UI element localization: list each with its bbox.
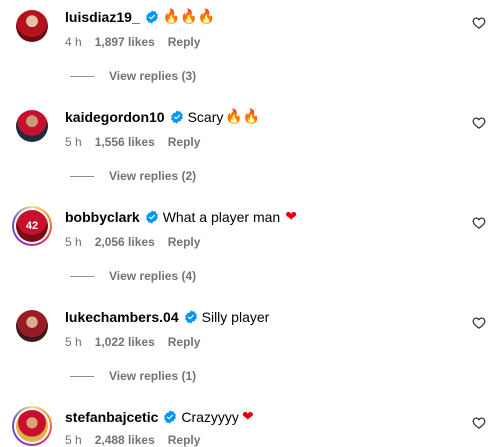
avatar[interactable] [16, 310, 48, 342]
comment-time[interactable]: 5 h [65, 235, 82, 249]
view-replies-button[interactable]: View replies (1) [70, 368, 196, 384]
heart-outline-icon[interactable] [472, 316, 486, 330]
comment-meta: 5 h 2,056 likes Reply [65, 234, 200, 250]
comment-time[interactable]: 5 h [65, 433, 82, 447]
verified-badge-icon [170, 110, 183, 124]
replies-divider [70, 75, 94, 77]
reply-button[interactable]: Reply [168, 135, 201, 149]
reply-button[interactable]: Reply [168, 35, 201, 49]
verified-badge-icon [184, 310, 197, 324]
avatar[interactable] [16, 10, 48, 42]
likes-count[interactable]: 2,056 likes [95, 235, 155, 249]
avatar[interactable] [12, 406, 52, 446]
view-replies-button[interactable]: View replies (2) [70, 168, 196, 184]
comment-meta: 5 h 2,488 likes Reply [65, 432, 200, 447]
comment-meta: 5 h 1,022 likes Reply [65, 334, 200, 350]
heart-outline-icon[interactable] [472, 116, 486, 130]
replies-divider [70, 275, 94, 277]
heart-outline-icon[interactable] [472, 416, 486, 430]
username-link[interactable]: bobbyclark [65, 209, 140, 225]
story-ring: 42 [14, 208, 50, 244]
view-replies-button[interactable]: View replies (4) [70, 268, 196, 284]
verified-badge-icon [145, 210, 158, 224]
comment-emoji: ❤ [285, 209, 297, 225]
likes-count[interactable]: 2,488 likes [95, 433, 155, 447]
replies-divider [70, 175, 94, 177]
story-ring [14, 408, 50, 444]
likes-count[interactable]: 1,022 likes [95, 335, 155, 349]
likes-count[interactable]: 1,897 likes [95, 35, 155, 49]
comment-text: Scary [187, 109, 224, 125]
avatar-jersey-number: 42 [25, 220, 39, 232]
comment-header: lukechambers.04 Silly player [65, 307, 269, 327]
view-replies-button[interactable]: View replies (3) [70, 68, 196, 84]
comment-header: kaidegordon10 Scary 🔥🔥 [65, 107, 260, 127]
username-link[interactable]: luisdiaz19_ [65, 9, 140, 25]
comment-meta: 5 h 1,556 likes Reply [65, 134, 200, 150]
comment-emoji: 🔥🔥🔥 [162, 9, 215, 25]
view-replies-label: View replies (4) [109, 269, 197, 283]
username-link[interactable]: lukechambers.04 [65, 309, 179, 325]
comment-time[interactable]: 4 h [65, 35, 82, 49]
reply-button[interactable]: Reply [168, 335, 201, 349]
username-link[interactable]: stefanbajcetic [65, 409, 158, 425]
view-replies-label: View replies (2) [109, 169, 197, 183]
verified-badge-icon [164, 410, 177, 424]
verified-badge-icon [145, 10, 158, 24]
comment-time[interactable]: 5 h [65, 335, 82, 349]
comment-emoji: 🔥🔥 [225, 109, 261, 125]
comment-text: What a player man [162, 209, 281, 225]
avatar[interactable]: 42 [12, 206, 52, 246]
replies-divider [70, 375, 94, 377]
comment-header: bobbyclark What a player man ❤ [65, 207, 297, 227]
reply-button[interactable]: Reply [168, 235, 201, 249]
heart-outline-icon[interactable] [472, 16, 486, 30]
comment-emoji: ❤ [241, 409, 254, 425]
view-replies-label: View replies (1) [109, 369, 197, 383]
comment-time[interactable]: 5 h [65, 135, 82, 149]
likes-count[interactable]: 1,556 likes [95, 135, 155, 149]
username-link[interactable]: kaidegordon10 [65, 109, 165, 125]
comment-header: stefanbajcetic Crazyyyy ❤ [65, 407, 254, 427]
comment-text: Crazyyyy [181, 409, 239, 425]
view-replies-label: View replies (3) [109, 69, 197, 83]
comment-meta: 4 h 1,897 likes Reply [65, 34, 200, 50]
comment-text: Silly player [201, 309, 270, 325]
comment-header: luisdiaz19_ 🔥🔥🔥 [65, 7, 215, 27]
avatar[interactable] [16, 110, 48, 142]
heart-outline-icon[interactable] [472, 216, 486, 230]
reply-button[interactable]: Reply [168, 433, 201, 447]
